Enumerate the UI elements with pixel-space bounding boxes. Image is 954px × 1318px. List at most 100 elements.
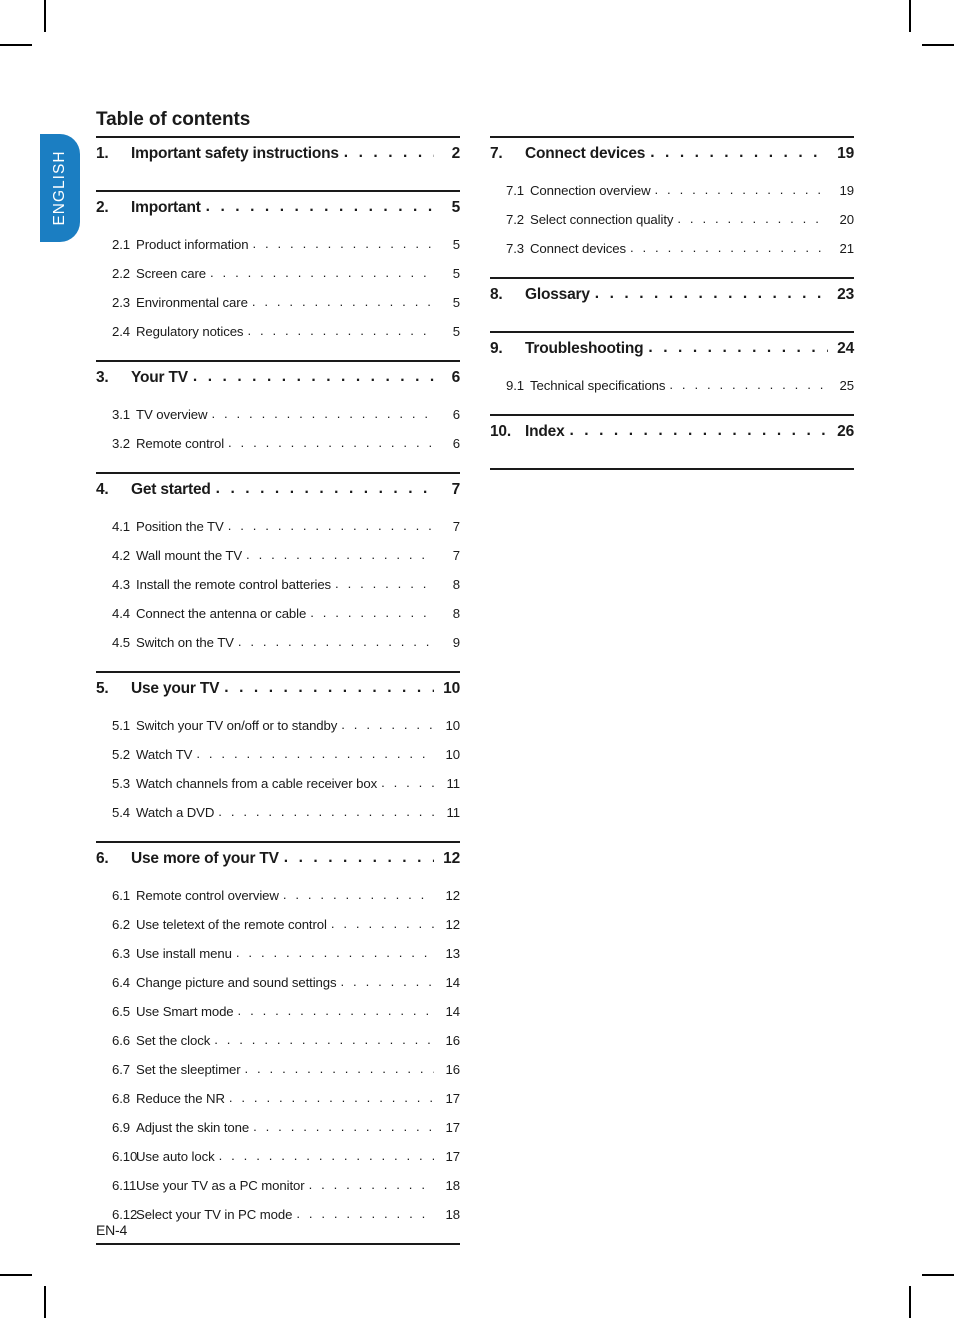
- toc-subentry[interactable]: 6.11 Use your TV as a PC monitor. . . . .…: [96, 1177, 460, 1207]
- toc-entry-label: Change picture and sound settings: [136, 975, 337, 990]
- toc-subentry[interactable]: 5.2 Watch TV. . . . . . . . . . . . . . .…: [96, 746, 460, 776]
- toc-leader-dots: . . . . . . . . . . . . . . . . . . . . …: [214, 1032, 434, 1047]
- toc-divider: [490, 136, 854, 138]
- toc-leader-dots: . . . . . . . . . . . . . . . . . . . . …: [218, 804, 434, 819]
- toc-subentry[interactable]: 4.2 Wall mount the TV. . . . . . . . . . …: [96, 547, 460, 577]
- toc-entry-number: 6.2: [112, 917, 131, 932]
- toc-page-number: 6: [452, 407, 460, 422]
- toc-subentry[interactable]: 5.3 Watch channels from a cable receiver …: [96, 775, 460, 805]
- toc-entry[interactable]: 2. Important. . . . . . . . . . . . . . .…: [96, 198, 460, 237]
- toc-entry-label: Important: [131, 199, 201, 216]
- toc-subentry[interactable]: 6.12 Select your TV in PC mode. . . . . .…: [96, 1206, 460, 1236]
- crop-mark-top-right-vertical: [909, 0, 911, 32]
- toc-subentry[interactable]: 4.5 Switch on the TV. . . . . . . . . . .…: [96, 634, 460, 664]
- toc-subentry[interactable]: 7.3 Connect devices . . . . . . . . . . . …: [490, 240, 854, 270]
- toc-page-number: 8: [452, 606, 460, 621]
- toc-entry-label: Use your TV as a PC monitor: [136, 1178, 305, 1193]
- toc-divider: [96, 841, 460, 843]
- toc-subentry[interactable]: 9.1 Technical specifications. . . . . . .…: [490, 377, 855, 407]
- toc-divider: [96, 671, 460, 673]
- toc-subentry[interactable]: 6.1 Remote control overview. . . . . . . …: [96, 887, 460, 917]
- toc-leader-dots: . . . . . . . . . . . . . . . . . . . . …: [283, 849, 434, 866]
- toc-page-number: 2: [451, 145, 461, 162]
- toc-subentry[interactable]: 2.2 Screen care. . . . . . . . . . . . . …: [96, 265, 460, 295]
- toc-entry[interactable]: 7. Connect devices. . . . . . . . . . . .…: [490, 144, 854, 183]
- toc-page-number: 8: [452, 577, 460, 592]
- toc-leader-dots: . . . . . . . . . . . . . . . . . . . . …: [246, 547, 434, 562]
- crop-mark-top-left-vertical: [44, 0, 46, 32]
- toc-entry-label: TV overview: [136, 407, 208, 422]
- toc-entry-number: 5.4: [112, 805, 131, 820]
- toc-entry-label: Connect the antenna or cable: [136, 606, 307, 621]
- toc-subentry[interactable]: 7.2 Select connection quality. . . . . . …: [490, 211, 855, 241]
- toc-subentry[interactable]: 5.1 Switch your TV on/off or to standby. …: [96, 717, 460, 747]
- toc-leader-dots: . . . . . . . . . . . . . . . . . . . . …: [237, 1003, 434, 1018]
- toc-entry[interactable]: 6. Use more of your TV. . . . . . . . . .…: [96, 849, 460, 888]
- toc-subentry[interactable]: 2.4 Regulatory notices. . . . . . . . . .…: [96, 323, 460, 353]
- toc-subentry[interactable]: 6.9 Adjust the skin tone. . . . . . . . .…: [96, 1119, 460, 1149]
- toc-leader-dots: . . . . . . . . . . . . . . . . . . . . …: [630, 240, 828, 255]
- toc-entry[interactable]: 4. Get started. . . . . . . . . . . . . .…: [96, 480, 461, 519]
- toc-page-number: 19: [839, 183, 855, 198]
- toc-subentry[interactable]: 6.10 Use auto lock. . . . . . . . . . . .…: [96, 1148, 460, 1178]
- toc-page-number: 25: [839, 378, 855, 393]
- toc-subentry[interactable]: 6.5 Use Smart mode. . . . . . . . . . . .…: [96, 1003, 460, 1033]
- toc-entry-label: Regulatory notices: [136, 324, 244, 339]
- toc-entry[interactable]: 3. Your TV. . . . . . . . . . . . . . . .…: [96, 368, 460, 407]
- toc-entry-label: Connect devices: [530, 241, 626, 256]
- toc-leader-dots: . . . . . . . . . . . . . . . . . . . . …: [310, 605, 434, 620]
- toc-subentry[interactable]: 6.3 Use install menu. . . . . . . . . . .…: [96, 945, 460, 975]
- toc-subentry[interactable]: 7.1 Connection overview. . . . . . . . . …: [490, 182, 855, 212]
- toc-subentry[interactable]: 3.2 Remote control. . . . . . . . . . . .…: [96, 435, 460, 465]
- toc-entry-number: 7.3: [506, 241, 525, 256]
- toc-entry-label: Use teletext of the remote control: [136, 917, 327, 932]
- toc-leader-dots: . . . . . . . . . . . . . . . . . . . . …: [192, 368, 434, 385]
- toc-page-number: 7: [451, 481, 461, 498]
- toc-entry[interactable]: 10. Index. . . . . . . . . . . . . . . . …: [490, 422, 854, 461]
- toc-subentry[interactable]: 6.4 Change picture and sound settings. . …: [96, 974, 460, 1004]
- toc-leader-dots: . . . . . . . . . . . . . . . . . . . . …: [251, 294, 434, 309]
- toc-entry[interactable]: 5. Use your TV. . . . . . . . . . . . . .…: [96, 679, 460, 718]
- toc-subentry[interactable]: 6.7 Set the sleeptimer. . . . . . . . . .…: [96, 1061, 460, 1091]
- crop-mark-bottom-right-vertical: [909, 1286, 911, 1318]
- toc-subentry[interactable]: 2.1 Product information. . . . . . . . . …: [96, 236, 460, 266]
- toc-entry[interactable]: 1. Important safety instructions. . . . .…: [96, 144, 461, 183]
- toc-divider: [96, 136, 460, 138]
- toc-entry-label: Use your TV: [131, 680, 220, 697]
- toc-page-number: 5: [452, 324, 460, 339]
- toc-entry-label: Use auto lock: [136, 1149, 215, 1164]
- toc-subentry[interactable]: 4.1 Position the TV. . . . . . . . . . . …: [96, 518, 460, 548]
- toc-entry-number: 3.2: [112, 436, 131, 451]
- toc-leader-dots: . . . . . . . . . . . . . . . . . . . . …: [244, 1061, 435, 1076]
- toc-page-number: 9: [452, 635, 460, 650]
- toc-entry[interactable]: 8. Glossary. . . . . . . . . . . . . . . …: [490, 285, 854, 324]
- toc-entry-number: 2.1: [112, 237, 131, 252]
- toc-divider: [490, 277, 854, 279]
- toc-entry-label: Use install menu: [136, 946, 232, 961]
- toc-subentry[interactable]: 6.8 Reduce the NR. . . . . . . . . . . . …: [96, 1090, 460, 1120]
- toc-entry[interactable]: 9. Troubleshooting. . . . . . . . . . . .…: [490, 339, 854, 378]
- toc-entry-number: 3.1: [112, 407, 131, 422]
- toc-leader-dots: . . . . . . . . . . . . . . . . . . . . …: [196, 746, 434, 761]
- toc-divider: [96, 472, 460, 474]
- toc-subentry[interactable]: 6.6 Set the clock. . . . . . . . . . . . …: [96, 1032, 460, 1062]
- toc-subentry[interactable]: 4.4 Connect the antenna or cable. . . . .…: [96, 605, 460, 635]
- toc-entry-label: Connection overview: [530, 183, 651, 198]
- toc-entry-label: Position the TV: [136, 519, 224, 534]
- toc-page-number: 20: [839, 212, 855, 227]
- toc-entry-number: 10.: [490, 423, 511, 440]
- toc-subentry[interactable]: 3.1 TV overview. . . . . . . . . . . . . …: [96, 406, 460, 436]
- toc-leader-dots: . . . . . . . . . . . . . . . . . . . . …: [218, 1148, 434, 1163]
- toc-page-number: 24: [837, 340, 854, 357]
- toc-entry-number: 4.5: [112, 635, 131, 650]
- toc-leader-dots: . . . . . . . . . . . . . . . . . . . . …: [215, 480, 434, 497]
- crop-mark-top-left-horizontal: [0, 44, 32, 46]
- toc-subentry[interactable]: 6.2 Use teletext of the remote control. .…: [96, 916, 460, 946]
- toc-leader-dots: . . . . . . . . . . . . . . . . . . . . …: [237, 634, 434, 649]
- toc-subentry[interactable]: 4.3 Install the remote control batteries.…: [96, 576, 460, 606]
- toc-subentry[interactable]: 5.4 Watch a DVD. . . . . . . . . . . . . …: [96, 804, 460, 834]
- toc-entry-number: 2.4: [112, 324, 131, 339]
- toc-subentry[interactable]: 2.3 Environmental care. . . . . . . . . .…: [96, 294, 460, 324]
- toc-divider: [490, 414, 854, 416]
- toc-leader-dots: . . . . . . . . . . . . . . . . . . . . …: [340, 974, 434, 989]
